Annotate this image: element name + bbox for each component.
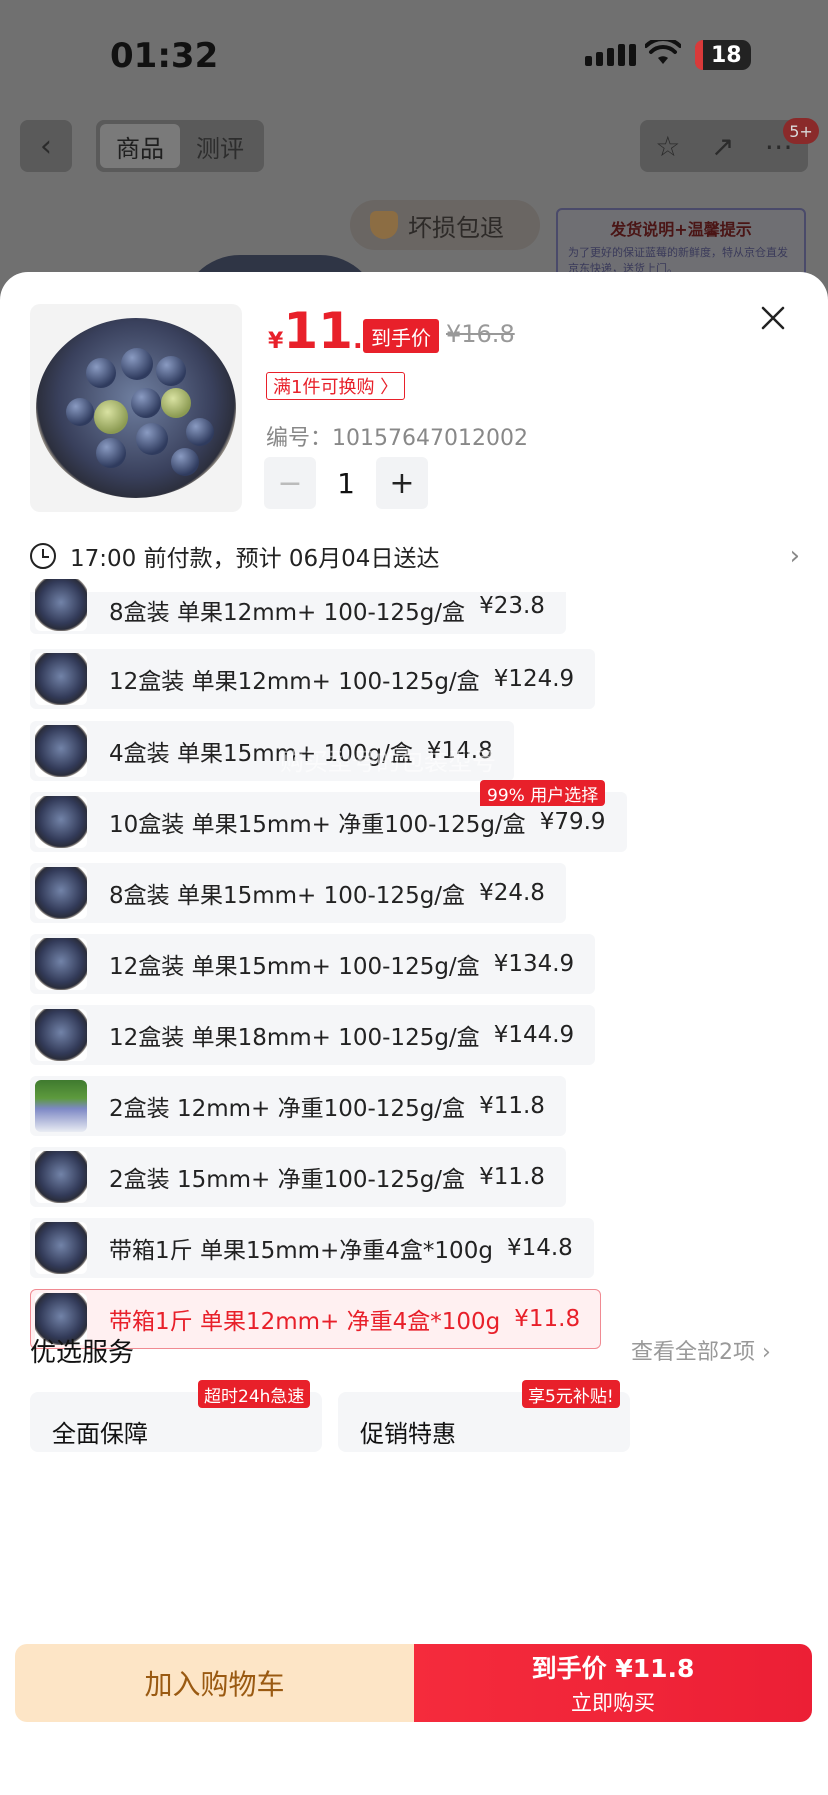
option-thumbnail [35, 653, 87, 705]
option-label: 12盒装 单果18mm+ 100-125g/盒 [109, 1025, 480, 1051]
message-badge: 5+ [783, 118, 819, 144]
original-price: ¥16.8 [446, 320, 515, 348]
service-badge: 超时24h急速 [198, 1380, 311, 1408]
delivery-info[interactable]: 17:00 前付款，预计 06月04日送达 › [30, 540, 800, 572]
option-price: ¥11.8 [479, 1164, 545, 1190]
service-card-title: 全面保障 [52, 1420, 148, 1448]
battery-level: 18 [711, 42, 742, 68]
damage-return-pill: 坏损包退 [350, 200, 540, 250]
services-view-all[interactable]: 查看全部2项 › [631, 1334, 771, 1366]
back-button[interactable]: ‹ [20, 120, 72, 172]
option-thumbnail [35, 1222, 87, 1274]
battery-icon: 18 [695, 40, 751, 70]
option-thumbnail [35, 796, 87, 848]
option-thumbnail [35, 1009, 87, 1061]
chevron-left-icon: ‹ [40, 128, 52, 164]
service-card-promo[interactable]: 促销特惠 享5元补贴! [338, 1380, 630, 1452]
option-thumbnail [35, 1151, 87, 1203]
services-title: 优选服务 [30, 1338, 135, 1368]
option-label: 12盒装 单果12mm+ 100-125g/盒 [109, 669, 480, 695]
option-price: ¥23.8 [479, 593, 545, 619]
close-button[interactable] [755, 300, 791, 336]
sku-option[interactable]: 8盒装 单果12mm+ 100-125g/盒 ¥23.8 [30, 579, 566, 634]
add-to-cart-button[interactable]: 加入购物车 [15, 1644, 414, 1722]
sku-option[interactable]: 2盒装 15mm+ 净重100-125g/盒 ¥11.8 [30, 1147, 566, 1207]
status-time: 01:32 [110, 36, 219, 76]
option-label: 10盒装 单果15mm+ 净重100-125g/盒 [109, 812, 526, 838]
option-thumbnail [35, 725, 87, 777]
sku-option[interactable]: 2盒装 12mm+ 净重100-125g/盒 ¥11.8 [30, 1076, 566, 1136]
option-label: 8盒装 单果12mm+ 100-125g/盒 [109, 600, 466, 626]
option-label: 12盒装 单果15mm+ 100-125g/盒 [109, 954, 480, 980]
sku-option[interactable]: 12盒装 单果15mm+ 100-125g/盒 ¥134.9 [30, 934, 596, 994]
option-label: 2盒装 12mm+ 净重100-125g/盒 [109, 1096, 466, 1122]
price-tag: 到手价 [363, 319, 439, 353]
nav-tabs: 商品 测评 [96, 120, 264, 172]
shipping-note-title: 发货说明+温馨提示 [610, 220, 752, 239]
shield-icon [370, 211, 398, 239]
service-card-protection[interactable]: 全面保障 超时24h急速 [30, 1380, 322, 1452]
option-thumbnail [35, 579, 87, 631]
option-label: 8盒装 单果15mm+ 100-125g/盒 [109, 883, 466, 909]
option-price: ¥14.8 [426, 738, 493, 764]
service-card-title: 促销特惠 [360, 1420, 456, 1448]
sku-selection-sheet: ¥ 11 .8 到手价 ¥16.8 满1件可换购 〉 编号：1015764701… [0, 272, 828, 1795]
option-thumbnail [35, 1080, 87, 1132]
cellular-signal-icon [585, 44, 636, 66]
product-thumbnail[interactable] [30, 304, 242, 512]
blueberry-bowl-image [36, 318, 236, 498]
popular-badge: 99% 用户选择 [480, 780, 606, 806]
service-badge: 享5元补贴! [522, 1380, 620, 1408]
chevron-right-icon: › [789, 541, 800, 571]
option-thumbnail [35, 938, 87, 990]
quantity-value[interactable]: 1 [316, 467, 376, 500]
sku-number: 编号：10157647012002 [266, 426, 528, 451]
sku-option[interactable]: 12盒装 单果12mm+ 100-125g/盒 ¥124.9 [30, 649, 596, 709]
option-thumbnail [35, 867, 87, 919]
sku-option[interactable]: 4盒装 单果15mm+ 100g/盒 ¥14.8 [30, 721, 514, 781]
price-integer: 11 [283, 302, 353, 360]
delivery-text: 17:00 前付款，预计 06月04日送达 [70, 546, 440, 572]
buy-now-label: 立即购买 [571, 1691, 655, 1715]
star-icon[interactable]: ☆ [655, 130, 680, 163]
bottom-action-bar: 加入购物车 到手价 ¥11.8 立即购买 [15, 1644, 812, 1722]
status-bar: 01:32 18 [0, 0, 828, 110]
option-label: 4盒装 单果15mm+ 100g/盒 [109, 741, 413, 767]
quantity-stepper: − 1 + [264, 457, 428, 509]
clock-icon [30, 543, 56, 569]
option-price: ¥134.9 [493, 951, 575, 977]
option-label: 带箱1斤 单果15mm+净重4盒*100g [109, 1238, 493, 1264]
tab-review[interactable]: 测评 [180, 124, 260, 168]
buy-now-button[interactable]: 到手价 ¥11.8 立即购买 [414, 1644, 812, 1722]
wifi-icon [645, 40, 681, 64]
sku-option[interactable]: 8盒装 单果15mm+ 100-125g/盒 ¥24.8 [30, 863, 566, 923]
damage-return-label: 坏损包退 [408, 213, 504, 242]
option-price: ¥24.8 [479, 880, 545, 906]
share-icon[interactable]: ↗ [711, 130, 734, 163]
tab-product[interactable]: 商品 [100, 124, 180, 168]
increase-button[interactable]: + [376, 457, 428, 509]
close-icon [761, 306, 785, 330]
buy-now-price: 到手价 ¥11.8 [531, 1654, 695, 1683]
option-label: 2盒装 15mm+ 净重100-125g/盒 [109, 1167, 466, 1193]
option-price: ¥11.8 [514, 1306, 581, 1332]
sku-option[interactable]: 带箱1斤 单果15mm+净重4盒*100g ¥14.8 [30, 1218, 594, 1278]
sku-option[interactable]: 12盒装 单果18mm+ 100-125g/盒 ¥144.9 [30, 1005, 596, 1065]
option-label: 带箱1斤 单果12mm+ 净重4盒*100g [109, 1309, 501, 1335]
option-price: ¥11.8 [479, 1093, 545, 1119]
decrease-button[interactable]: − [264, 457, 316, 509]
option-price: ¥124.9 [493, 666, 575, 692]
option-price: ¥144.9 [493, 1022, 575, 1048]
option-price: ¥14.8 [506, 1235, 573, 1261]
option-price: ¥79.9 [539, 809, 606, 835]
price-symbol: ¥ [268, 329, 284, 354]
promo-tag[interactable]: 满1件可换购 〉 [266, 372, 406, 400]
